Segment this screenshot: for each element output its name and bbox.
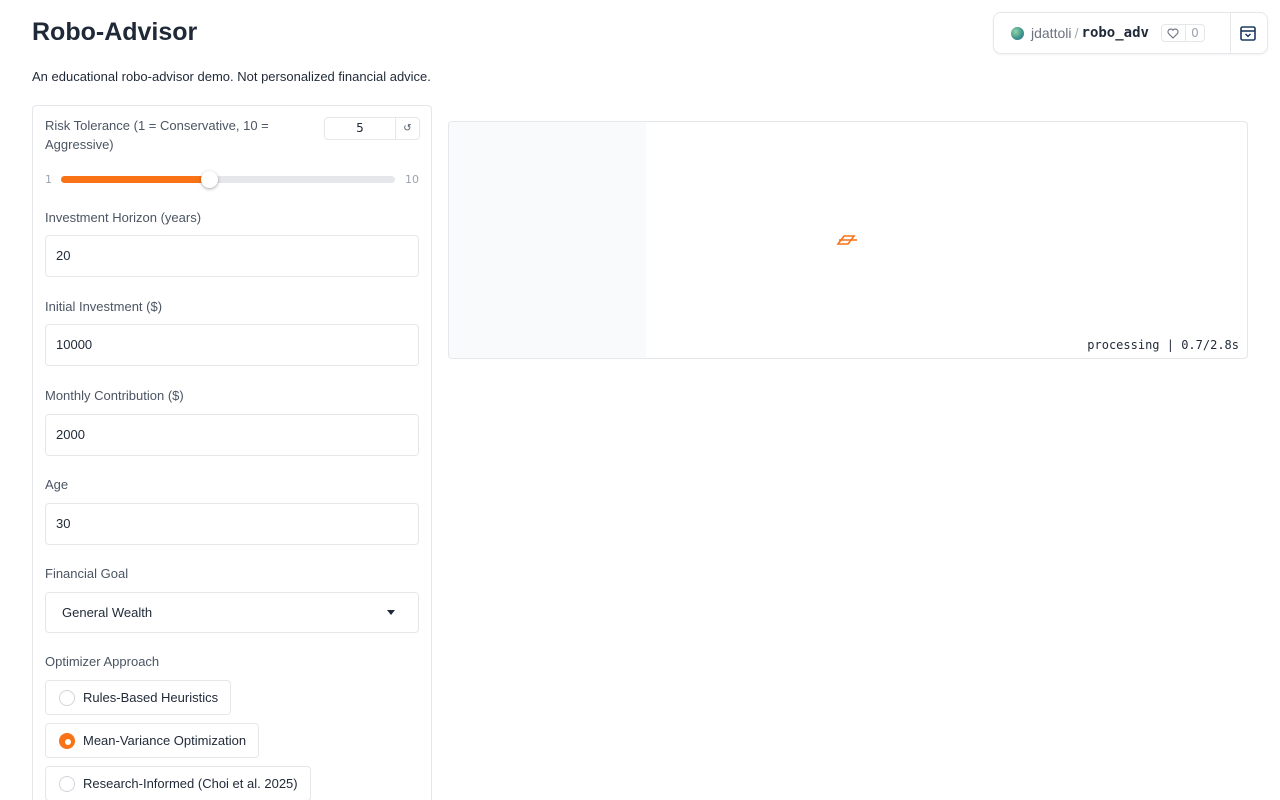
monthly-contribution-input[interactable]: 2000	[45, 414, 419, 456]
space-user-link[interactable]: jdattoli	[1031, 25, 1071, 41]
slider-max-label: 10	[405, 173, 419, 186]
chevron-down-icon	[387, 610, 395, 615]
age-input[interactable]: 30	[45, 503, 419, 545]
initial-investment-label: Initial Investment ($)	[45, 299, 163, 314]
radio-label: Research-Informed (Choi et al. 2025)	[83, 776, 298, 791]
radio-option-mean-variance[interactable]: Mean-Variance Optimization	[45, 723, 260, 758]
processing-status: processing | 0.7/2.8s	[1087, 338, 1239, 352]
radio-option-research-informed[interactable]: Research-Informed (Choi et al. 2025)	[45, 766, 311, 800]
radio-circle	[59, 689, 75, 706]
space-name-link[interactable]: robo_adv	[1082, 25, 1149, 41]
page-title: Robo-Advisor	[32, 18, 198, 46]
input-panel: Risk Tolerance (1 = Conservative, 10 = A…	[32, 105, 432, 800]
radio-circle	[59, 732, 75, 749]
output-sidebar	[449, 122, 646, 358]
heart-icon	[1162, 25, 1186, 41]
risk-tolerance-number-input[interactable]: 5	[324, 117, 396, 140]
badge-divider	[1230, 13, 1231, 53]
radio-option-rules-based[interactable]: Rules-Based Heuristics	[45, 680, 232, 715]
age-label: Age	[45, 477, 69, 492]
initial-investment-input[interactable]: 10000	[45, 324, 419, 366]
like-button[interactable]: 0	[1160, 24, 1205, 42]
radio-label: Rules-Based Heuristics	[83, 690, 219, 705]
output-panel: processing | 0.7/2.8s	[448, 121, 1248, 359]
slider-thumb[interactable]	[201, 171, 219, 188]
financial-goal-select[interactable]: General Wealth	[45, 592, 419, 633]
investment-horizon-label: Investment Horizon (years)	[45, 210, 202, 225]
risk-tolerance-slider[interactable]	[61, 171, 395, 188]
space-avatar	[1011, 26, 1024, 40]
page-subtitle: An educational robo-advisor demo. Not pe…	[32, 69, 431, 84]
radio-circle	[59, 775, 75, 792]
reset-icon[interactable]: ↺	[395, 117, 420, 140]
space-separator: /	[1074, 26, 1079, 40]
loading-spinner-icon	[836, 232, 860, 246]
space-header-badge: jdattoli / robo_adv 0	[993, 12, 1268, 54]
financial-goal-label: Financial Goal	[45, 566, 129, 581]
investment-horizon-input[interactable]: 20	[45, 235, 419, 277]
risk-tolerance-label: Risk Tolerance (1 = Conservative, 10 = A…	[45, 118, 269, 152]
slider-min-label: 1	[45, 173, 52, 186]
radio-label: Mean-Variance Optimization	[83, 733, 247, 748]
like-count: 0	[1191, 26, 1199, 40]
optimizer-approach-label: Optimizer Approach	[45, 654, 160, 669]
financial-goal-value: General Wealth	[62, 605, 153, 620]
monthly-contribution-label: Monthly Contribution ($)	[45, 388, 184, 403]
calendar-icon[interactable]	[1239, 24, 1257, 42]
slider-fill	[61, 176, 210, 183]
